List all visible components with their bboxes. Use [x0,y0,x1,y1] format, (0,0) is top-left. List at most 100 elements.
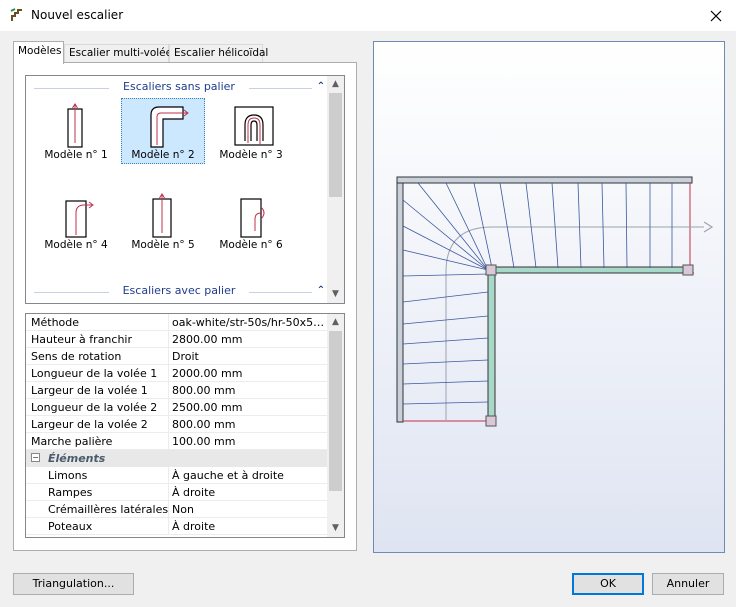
newel-post [485,415,497,427]
collapse-toggle-icon[interactable]: − [31,453,40,462]
tab-helicoidal[interactable]: Escalier hélicoïdal [169,44,268,63]
property-group-elements[interactable]: − Éléments [26,450,328,467]
curved-end-stair-icon [240,198,265,238]
direction-arrow-icon [703,221,714,233]
property-row[interactable]: Largeur de la volée 2 800.00 mm [26,416,328,433]
triangulation-button[interactable]: Triangulation... [13,573,134,595]
section-title: Escaliers sans palier [123,80,235,93]
model-item-3[interactable]: Modèle n° 3 [209,98,293,164]
property-row[interactable]: Marche palière 100.00 mm [26,433,328,450]
section-header-avec-palier[interactable]: Escaliers avec palier ⌃ [34,284,327,300]
straight-wide-stair-icon [152,193,172,238]
property-row[interactable]: Crémaillères latérales Non [26,501,328,518]
property-grid-scrollbar[interactable]: ▲ ▼ [327,314,344,537]
property-name: Limons [48,469,88,482]
treads-flight-2 [499,182,673,269]
property-row[interactable]: Poteaux À droite [26,518,328,535]
ok-button[interactable]: OK [572,573,644,595]
property-name: Méthode [31,316,80,329]
property-row[interactable]: Hauteur à franchir 2800.00 mm [26,331,328,348]
property-value[interactable]: Droit [172,350,326,363]
inner-stringer-horizontal [487,266,689,274]
tab-multi-volees-label: Escalier multi-volées [69,47,178,59]
cancel-button[interactable]: Annuler [652,573,724,595]
section-title: Escaliers avec palier [122,284,236,297]
model-label: Modèle n° 2 [131,149,195,161]
model-label: Modèle n° 3 [219,149,283,161]
property-name: Longueur de la volée 2 [31,401,158,414]
property-name: Largeur de la volée 2 [31,418,148,431]
scroll-down-arrow-icon[interactable]: ▼ [327,520,344,537]
model-item-1[interactable]: Modèle n° 1 [34,98,118,164]
outer-stringer-left [396,176,404,423]
half-turn-stair-icon [234,106,274,146]
section-header-sans-palier[interactable]: Escaliers sans palier ⌃ [34,80,327,96]
model-label: Modèle n° 1 [44,149,108,161]
scroll-up-arrow-icon[interactable]: ▲ [327,314,344,331]
property-name: Sens de rotation [31,350,122,363]
treads-flight-1 [402,182,493,405]
gallery-scrollbar[interactable]: ▲ ▼ [327,76,344,303]
model-label: Modèle n° 5 [131,239,195,251]
tab-modeles[interactable]: Modèles [13,41,64,64]
chevron-up-icon[interactable]: ⌃ [315,285,327,296]
stair-preview-viewport[interactable] [373,41,725,553]
property-row[interactable]: Sens de rotation Droit [26,348,328,365]
tab-modeles-label: Modèles [18,45,62,57]
outer-stringer-top [396,176,693,184]
property-value[interactable]: 100.00 mm [172,435,326,448]
property-value[interactable]: À droite [172,520,326,533]
chevron-up-icon[interactable]: ⌃ [315,81,327,92]
property-row[interactable]: Largeur de la volée 1 800.00 mm [26,382,328,399]
scroll-thumb[interactable] [329,331,342,491]
property-value[interactable]: À gauche et à droite [172,469,326,482]
group-label: Éléments [48,452,106,465]
models-tab-panel: Escaliers sans palier ⌃ Modèle n° 1 Modè… [13,62,357,551]
model-item-5[interactable]: Modèle n° 5 [121,188,205,254]
newel-post [682,264,694,276]
quarter-turn-stair-icon [150,106,189,148]
property-name: Hauteur à franchir [31,333,132,346]
property-row[interactable]: Rampes À droite [26,484,328,501]
walk-line [445,226,704,420]
close-button[interactable] [696,0,736,31]
stair-app-icon [10,8,22,21]
model-gallery: Escaliers sans palier ⌃ Modèle n° 1 Modè… [25,75,345,304]
property-value[interactable]: À droite [172,486,326,499]
scroll-thumb[interactable] [329,93,342,197]
model-item-4[interactable]: Modèle n° 4 [34,188,118,254]
inner-stringer-vertical [487,269,496,423]
window-title: Nouvel escalier [31,8,124,22]
property-name: Poteaux [48,520,93,533]
property-value[interactable]: 2000.00 mm [172,367,326,380]
property-value[interactable]: 2800.00 mm [172,333,326,346]
scroll-up-arrow-icon[interactable]: ▲ [327,76,344,93]
property-value[interactable]: Non [172,503,326,516]
property-name: Rampes [48,486,93,499]
straight-stair-icon [67,103,83,148]
stair-plan-drawing [396,176,714,427]
property-name: Largeur de la volée 1 [31,384,148,397]
property-value[interactable]: 2500.00 mm [172,401,326,414]
scroll-down-arrow-icon[interactable]: ▼ [327,286,344,303]
model-item-2[interactable]: Modèle n° 2 [121,98,205,164]
property-name: Marche palière [31,435,113,448]
property-row[interactable]: Limons À gauche et à droite [26,467,328,484]
property-value[interactable]: 800.00 mm [172,384,326,397]
property-name: Longueur de la volée 1 [31,367,158,380]
property-row[interactable]: Longueur de la volée 1 2000.00 mm [26,365,328,382]
property-row[interactable]: Méthode oak-white/str-50s/hr-50x50/... [26,314,328,331]
model-label: Modèle n° 6 [219,239,283,251]
property-name: Crémaillères latérales [48,503,169,516]
tab-helicoidal-label: Escalier hélicoïdal [174,47,269,59]
title-bar: Nouvel escalier [0,0,736,31]
property-value[interactable]: 800.00 mm [172,418,326,431]
curved-stair-icon [65,200,94,238]
close-icon [710,10,722,21]
model-item-6[interactable]: Modèle n° 6 [209,188,293,254]
property-value[interactable]: oak-white/str-50s/hr-50x50/... [172,316,326,329]
property-row[interactable]: Longueur de la volée 2 2500.00 mm [26,399,328,416]
tab-multi-volees[interactable]: Escalier multi-volées [64,44,178,63]
property-grid: Méthode oak-white/str-50s/hr-50x50/... Ha… [25,313,345,538]
newel-post [485,264,497,276]
